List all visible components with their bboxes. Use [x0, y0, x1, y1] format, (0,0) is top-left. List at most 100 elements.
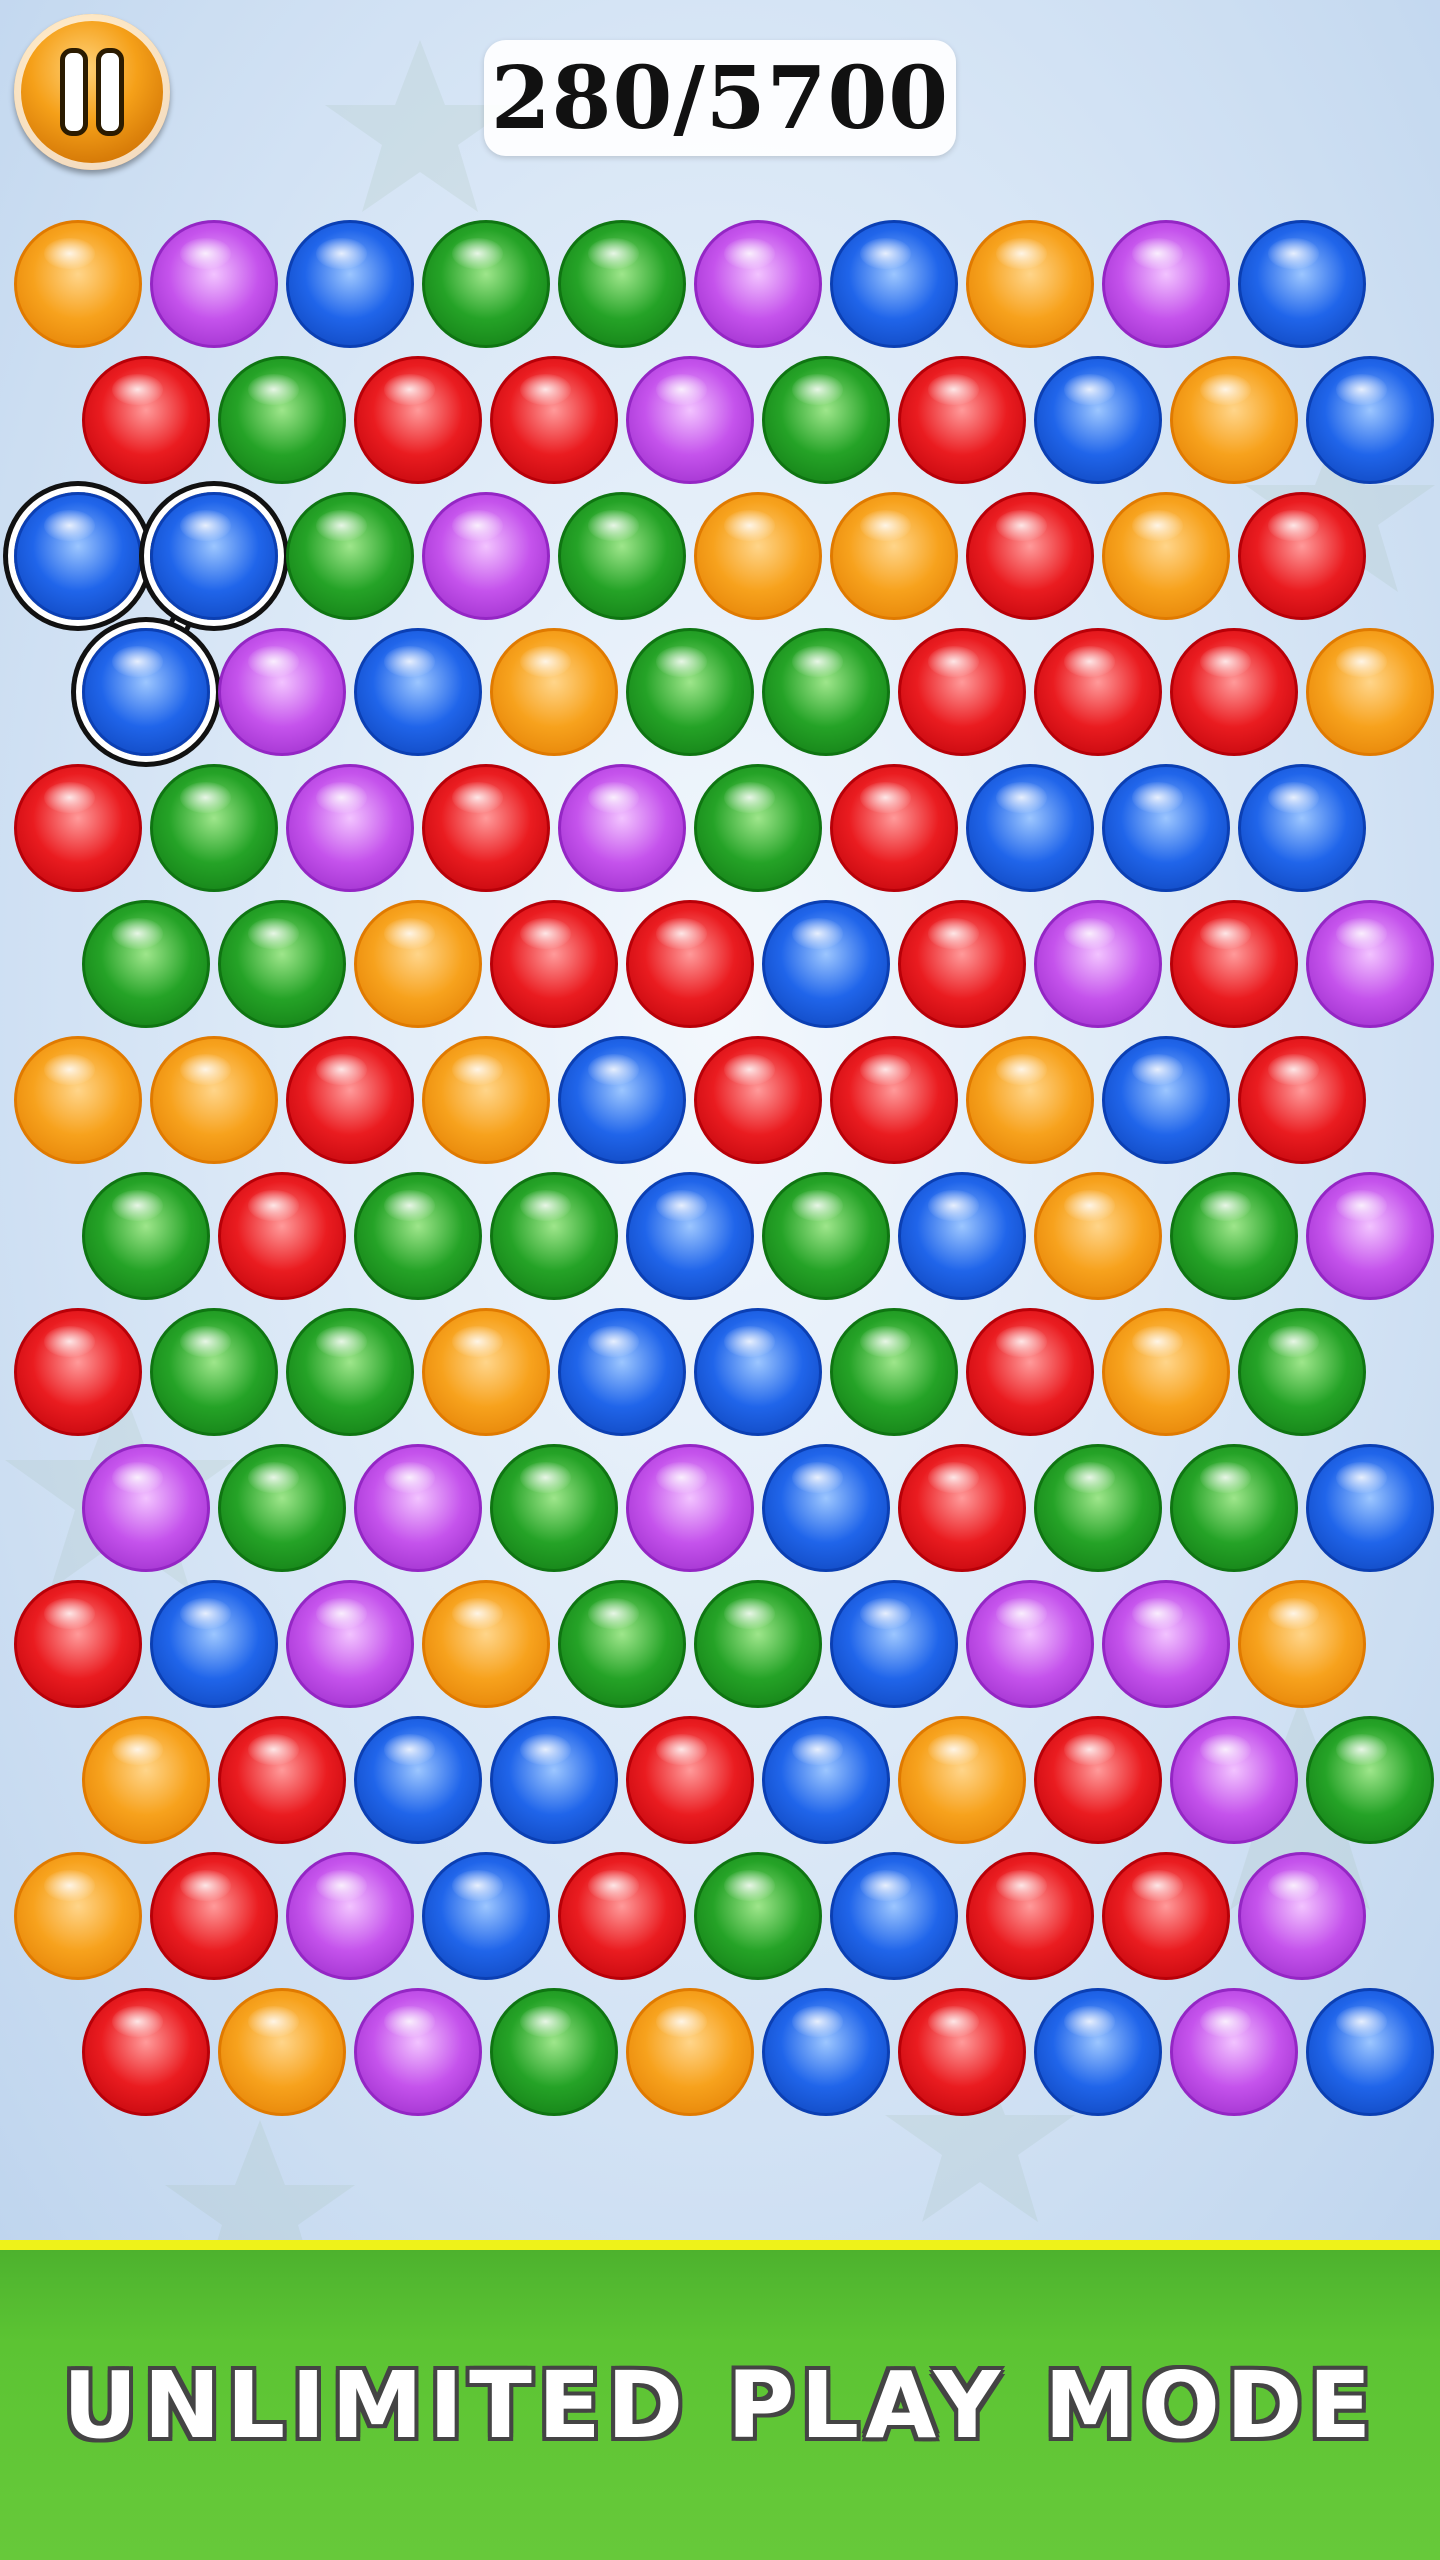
purple-bubble[interactable] [626, 1444, 754, 1572]
green-bubble[interactable] [82, 900, 210, 1028]
blue-bubble[interactable] [1306, 356, 1434, 484]
orange-bubble[interactable] [1102, 492, 1230, 620]
red-bubble[interactable] [218, 1172, 346, 1300]
green-bubble[interactable] [1238, 1308, 1366, 1436]
orange-bubble[interactable] [14, 1852, 142, 1980]
green-bubble[interactable] [558, 492, 686, 620]
green-bubble[interactable] [1170, 1172, 1298, 1300]
blue-bubble[interactable] [898, 1172, 1026, 1300]
red-bubble[interactable] [218, 1716, 346, 1844]
blue-bubble[interactable] [150, 492, 278, 620]
purple-bubble[interactable] [218, 628, 346, 756]
red-bubble[interactable] [966, 1308, 1094, 1436]
red-bubble[interactable] [1034, 628, 1162, 756]
blue-bubble[interactable] [558, 1308, 686, 1436]
red-bubble[interactable] [898, 1444, 1026, 1572]
orange-bubble[interactable] [694, 492, 822, 620]
orange-bubble[interactable] [966, 1036, 1094, 1164]
purple-bubble[interactable] [626, 356, 754, 484]
red-bubble[interactable] [626, 1716, 754, 1844]
green-bubble[interactable] [558, 1580, 686, 1708]
red-bubble[interactable] [82, 356, 210, 484]
blue-bubble[interactable] [1102, 764, 1230, 892]
blue-bubble[interactable] [422, 1852, 550, 1980]
green-bubble[interactable] [490, 1444, 618, 1572]
green-bubble[interactable] [354, 1172, 482, 1300]
red-bubble[interactable] [694, 1036, 822, 1164]
green-bubble[interactable] [150, 1308, 278, 1436]
green-bubble[interactable] [626, 628, 754, 756]
green-bubble[interactable] [1034, 1444, 1162, 1572]
green-bubble[interactable] [694, 764, 822, 892]
red-bubble[interactable] [14, 764, 142, 892]
blue-bubble[interactable] [490, 1716, 618, 1844]
red-bubble[interactable] [558, 1852, 686, 1980]
green-bubble[interactable] [218, 900, 346, 1028]
green-bubble[interactable] [694, 1580, 822, 1708]
blue-bubble[interactable] [1034, 1988, 1162, 2116]
green-bubble[interactable] [490, 1172, 618, 1300]
red-bubble[interactable] [898, 356, 1026, 484]
red-bubble[interactable] [490, 356, 618, 484]
orange-bubble[interactable] [1170, 356, 1298, 484]
green-bubble[interactable] [1306, 1716, 1434, 1844]
orange-bubble[interactable] [218, 1988, 346, 2116]
pause-button[interactable] [14, 14, 170, 170]
purple-bubble[interactable] [966, 1580, 1094, 1708]
orange-bubble[interactable] [1306, 628, 1434, 756]
blue-bubble[interactable] [1034, 356, 1162, 484]
orange-bubble[interactable] [82, 1716, 210, 1844]
orange-bubble[interactable] [626, 1988, 754, 2116]
red-bubble[interactable] [1034, 1716, 1162, 1844]
purple-bubble[interactable] [286, 1852, 414, 1980]
red-bubble[interactable] [966, 492, 1094, 620]
red-bubble[interactable] [14, 1308, 142, 1436]
blue-bubble[interactable] [150, 1580, 278, 1708]
orange-bubble[interactable] [1034, 1172, 1162, 1300]
blue-bubble[interactable] [1238, 764, 1366, 892]
blue-bubble[interactable] [1238, 220, 1366, 348]
blue-bubble[interactable] [1102, 1036, 1230, 1164]
orange-bubble[interactable] [14, 220, 142, 348]
orange-bubble[interactable] [150, 1036, 278, 1164]
red-bubble[interactable] [490, 900, 618, 1028]
red-bubble[interactable] [830, 764, 958, 892]
purple-bubble[interactable] [1306, 900, 1434, 1028]
purple-bubble[interactable] [150, 220, 278, 348]
purple-bubble[interactable] [82, 1444, 210, 1572]
red-bubble[interactable] [422, 764, 550, 892]
red-bubble[interactable] [14, 1580, 142, 1708]
blue-bubble[interactable] [626, 1172, 754, 1300]
blue-bubble[interactable] [354, 628, 482, 756]
blue-bubble[interactable] [762, 1988, 890, 2116]
purple-bubble[interactable] [694, 220, 822, 348]
blue-bubble[interactable] [966, 764, 1094, 892]
blue-bubble[interactable] [1306, 1444, 1434, 1572]
red-bubble[interactable] [1238, 492, 1366, 620]
red-bubble[interactable] [354, 356, 482, 484]
green-bubble[interactable] [762, 356, 890, 484]
green-bubble[interactable] [150, 764, 278, 892]
red-bubble[interactable] [82, 1988, 210, 2116]
red-bubble[interactable] [626, 900, 754, 1028]
blue-bubble[interactable] [830, 1580, 958, 1708]
green-bubble[interactable] [762, 1172, 890, 1300]
red-bubble[interactable] [966, 1852, 1094, 1980]
blue-bubble[interactable] [762, 1716, 890, 1844]
blue-bubble[interactable] [694, 1308, 822, 1436]
purple-bubble[interactable] [1102, 220, 1230, 348]
blue-bubble[interactable] [1306, 1988, 1434, 2116]
green-bubble[interactable] [830, 1308, 958, 1436]
orange-bubble[interactable] [422, 1308, 550, 1436]
green-bubble[interactable] [762, 628, 890, 756]
blue-bubble[interactable] [830, 220, 958, 348]
red-bubble[interactable] [898, 900, 1026, 1028]
orange-bubble[interactable] [422, 1580, 550, 1708]
blue-bubble[interactable] [286, 220, 414, 348]
green-bubble[interactable] [558, 220, 686, 348]
red-bubble[interactable] [150, 1852, 278, 1980]
red-bubble[interactable] [830, 1036, 958, 1164]
purple-bubble[interactable] [354, 1444, 482, 1572]
orange-bubble[interactable] [966, 220, 1094, 348]
green-bubble[interactable] [422, 220, 550, 348]
